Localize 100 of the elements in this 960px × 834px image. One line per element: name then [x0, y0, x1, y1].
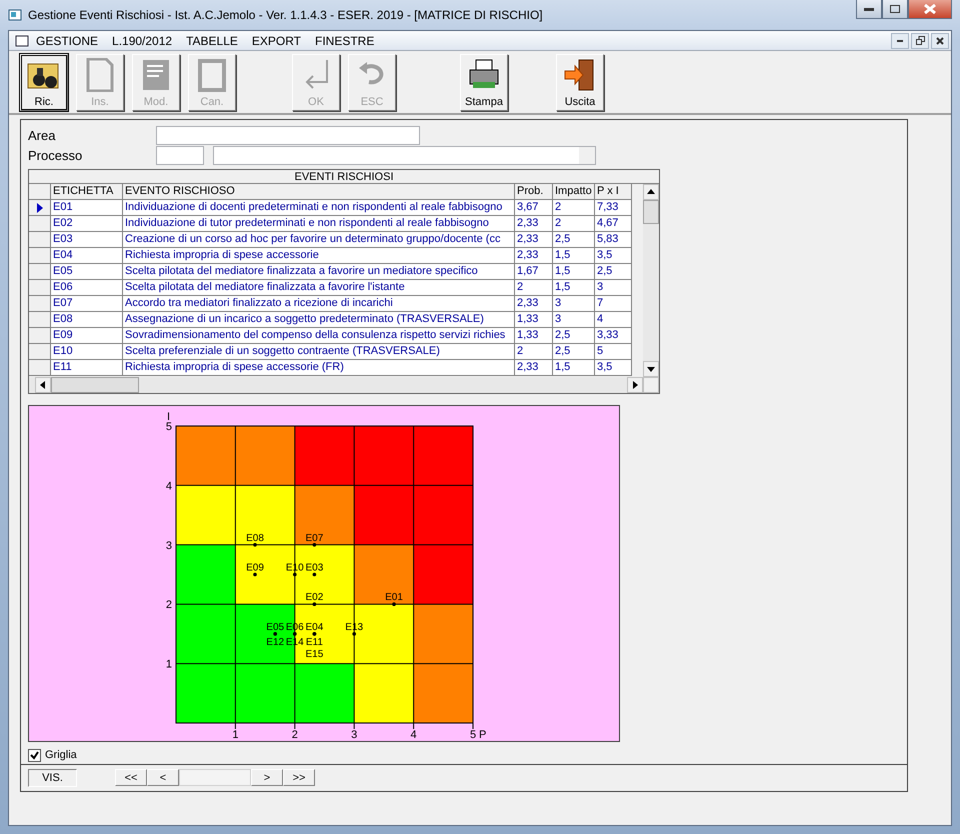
point-label: E02 — [306, 592, 324, 604]
y-tick-label: 4 — [166, 480, 172, 492]
point-label: E12 — [266, 636, 284, 648]
point-label: E06 — [286, 622, 304, 633]
point-label: E09 — [246, 562, 264, 574]
table-cell: Richiesta impropria di spese accessorie (FR) — [123, 360, 515, 376]
minimize-button[interactable] — [856, 0, 882, 19]
table-cell: 1,67 — [515, 264, 553, 280]
processo-label: Processo — [28, 148, 84, 163]
scroll-left-icon — [39, 381, 47, 390]
menu-item[interactable]: EXPORT — [244, 34, 308, 48]
scroll-right-button[interactable] — [627, 377, 643, 394]
vertical-scrollbar[interactable] — [643, 184, 659, 378]
close-button[interactable] — [931, 32, 949, 48]
table-cell: Scelta pilotata del mediatore finalizzata a favorire l'istante — [123, 280, 515, 296]
x-axis-label: P — [479, 729, 486, 742]
table-cell: 1,33 — [515, 328, 553, 344]
table-cell: E03 — [51, 232, 123, 248]
table-cell: E05 — [51, 264, 123, 280]
minimize-button[interactable] — [891, 32, 909, 48]
x-tick-label: 4 — [410, 729, 417, 742]
table-cell: 2 — [553, 200, 595, 216]
scroll-thumb[interactable] — [643, 200, 659, 224]
table-cell: 1,5 — [553, 248, 595, 264]
restore-button[interactable] — [911, 32, 929, 48]
column-header[interactable]: P x I — [595, 184, 632, 200]
table-cell: Accordo tra mediatori finalizzato a ricezione di incarichi — [123, 296, 515, 312]
table-cell: 3 — [553, 296, 595, 312]
point-label: E07 — [306, 532, 324, 544]
x-tick-label: 5 — [470, 729, 476, 742]
nav-button[interactable]: >> — [283, 769, 315, 786]
menu-item[interactable]: FINESTRE — [308, 34, 382, 48]
table-cell: 1,5 — [553, 264, 595, 280]
toolbar-button[interactable]: Stampa — [460, 54, 508, 110]
close-icon — [924, 4, 936, 14]
close-icon — [936, 36, 944, 44]
table-cell: 3,5 — [595, 360, 632, 376]
column-header[interactable]: EVENTO RISCHIOSO — [123, 184, 515, 200]
checkmark-icon — [30, 750, 39, 760]
scroll-down-button[interactable] — [643, 361, 659, 378]
table-cell: 2,33 — [515, 232, 553, 248]
table-cell: 2 — [515, 280, 553, 296]
data-point — [253, 572, 257, 576]
point-label: E11 — [306, 636, 323, 648]
close-button[interactable] — [908, 0, 952, 19]
griglia-checkbox[interactable] — [28, 748, 41, 762]
scroll-up-button[interactable] — [643, 184, 659, 200]
minimize-icon — [897, 40, 903, 42]
table-cell: 2 — [553, 216, 595, 232]
scroll-left-button[interactable] — [35, 377, 51, 394]
menu-item[interactable]: L.190/2012 — [105, 34, 180, 48]
app-icon — [8, 8, 22, 22]
table-cell: 5 — [595, 344, 632, 360]
table-cell: 2,33 — [515, 360, 553, 376]
point-label: E03 — [306, 562, 324, 574]
nav-button[interactable]: << — [115, 769, 147, 786]
table-cell: E10 — [51, 344, 123, 360]
process-code-field[interactable] — [156, 146, 204, 165]
table-cell: 1,5 — [553, 280, 595, 296]
y-tick-label: 3 — [166, 540, 172, 552]
table-cell: 4 — [595, 312, 632, 328]
point-label: E08 — [246, 532, 264, 544]
table-cell: 2,5 — [553, 344, 595, 360]
nav-button[interactable]: < — [147, 769, 179, 786]
table-cell: 2,33 — [515, 296, 553, 312]
point-label: E15 — [306, 648, 324, 660]
table-cell: 2,5 — [595, 264, 632, 280]
window-title: Gestione Eventi Rischiosi - Ist. A.C.Jemolo - Ver. 1.1.4.3 - ESER. 2019 - [MATRICE DI RISCHIO] — [28, 8, 544, 22]
column-header[interactable]: ETICHETTA — [51, 184, 123, 200]
document-window-icon — [15, 34, 29, 46]
table-cell: 7 — [595, 296, 632, 312]
status-field: VIS. — [28, 768, 77, 787]
edit-document-icon — [141, 58, 171, 92]
process-field[interactable] — [213, 146, 596, 165]
maximize-button[interactable] — [882, 0, 908, 19]
checkbox-label: Griglia — [45, 749, 77, 762]
table-cell: E11 — [51, 360, 123, 376]
x-tick-label: 2 — [292, 729, 298, 742]
table-cell: E08 — [51, 312, 123, 328]
column-header[interactable]: Impatto — [553, 184, 595, 200]
menu-item[interactable]: TABELLE — [179, 34, 245, 48]
table-cell: 2,5 — [553, 232, 595, 248]
point-label: E01 — [385, 592, 403, 604]
y-tick-label: 1 — [166, 658, 172, 671]
table-cell: Sovradimensionamento del compenso della consulenza rispetto servizi richies — [123, 328, 515, 344]
nav-button[interactable]: > — [251, 769, 283, 786]
row-selector[interactable] — [29, 200, 51, 216]
menu-item[interactable]: GESTIONE — [29, 34, 106, 48]
horizontal-scrollbar[interactable] — [29, 377, 659, 394]
table-cell: E07 — [51, 296, 123, 312]
table-cell: 2 — [515, 344, 553, 360]
table-cell: Scelta preferenziale di un soggetto contraente (TRASVERSALE) — [123, 344, 515, 360]
scroll-thumb[interactable] — [51, 377, 139, 394]
toolbar-button[interactable]: Ric. — [20, 54, 68, 110]
toolbar-button[interactable]: Uscita — [556, 54, 604, 110]
table-cell: 2,33 — [515, 216, 553, 232]
y-tick-label: 2 — [166, 599, 172, 612]
restore-icon — [916, 36, 924, 45]
column-header[interactable]: Prob. — [515, 184, 553, 200]
area-field[interactable] — [156, 126, 420, 146]
